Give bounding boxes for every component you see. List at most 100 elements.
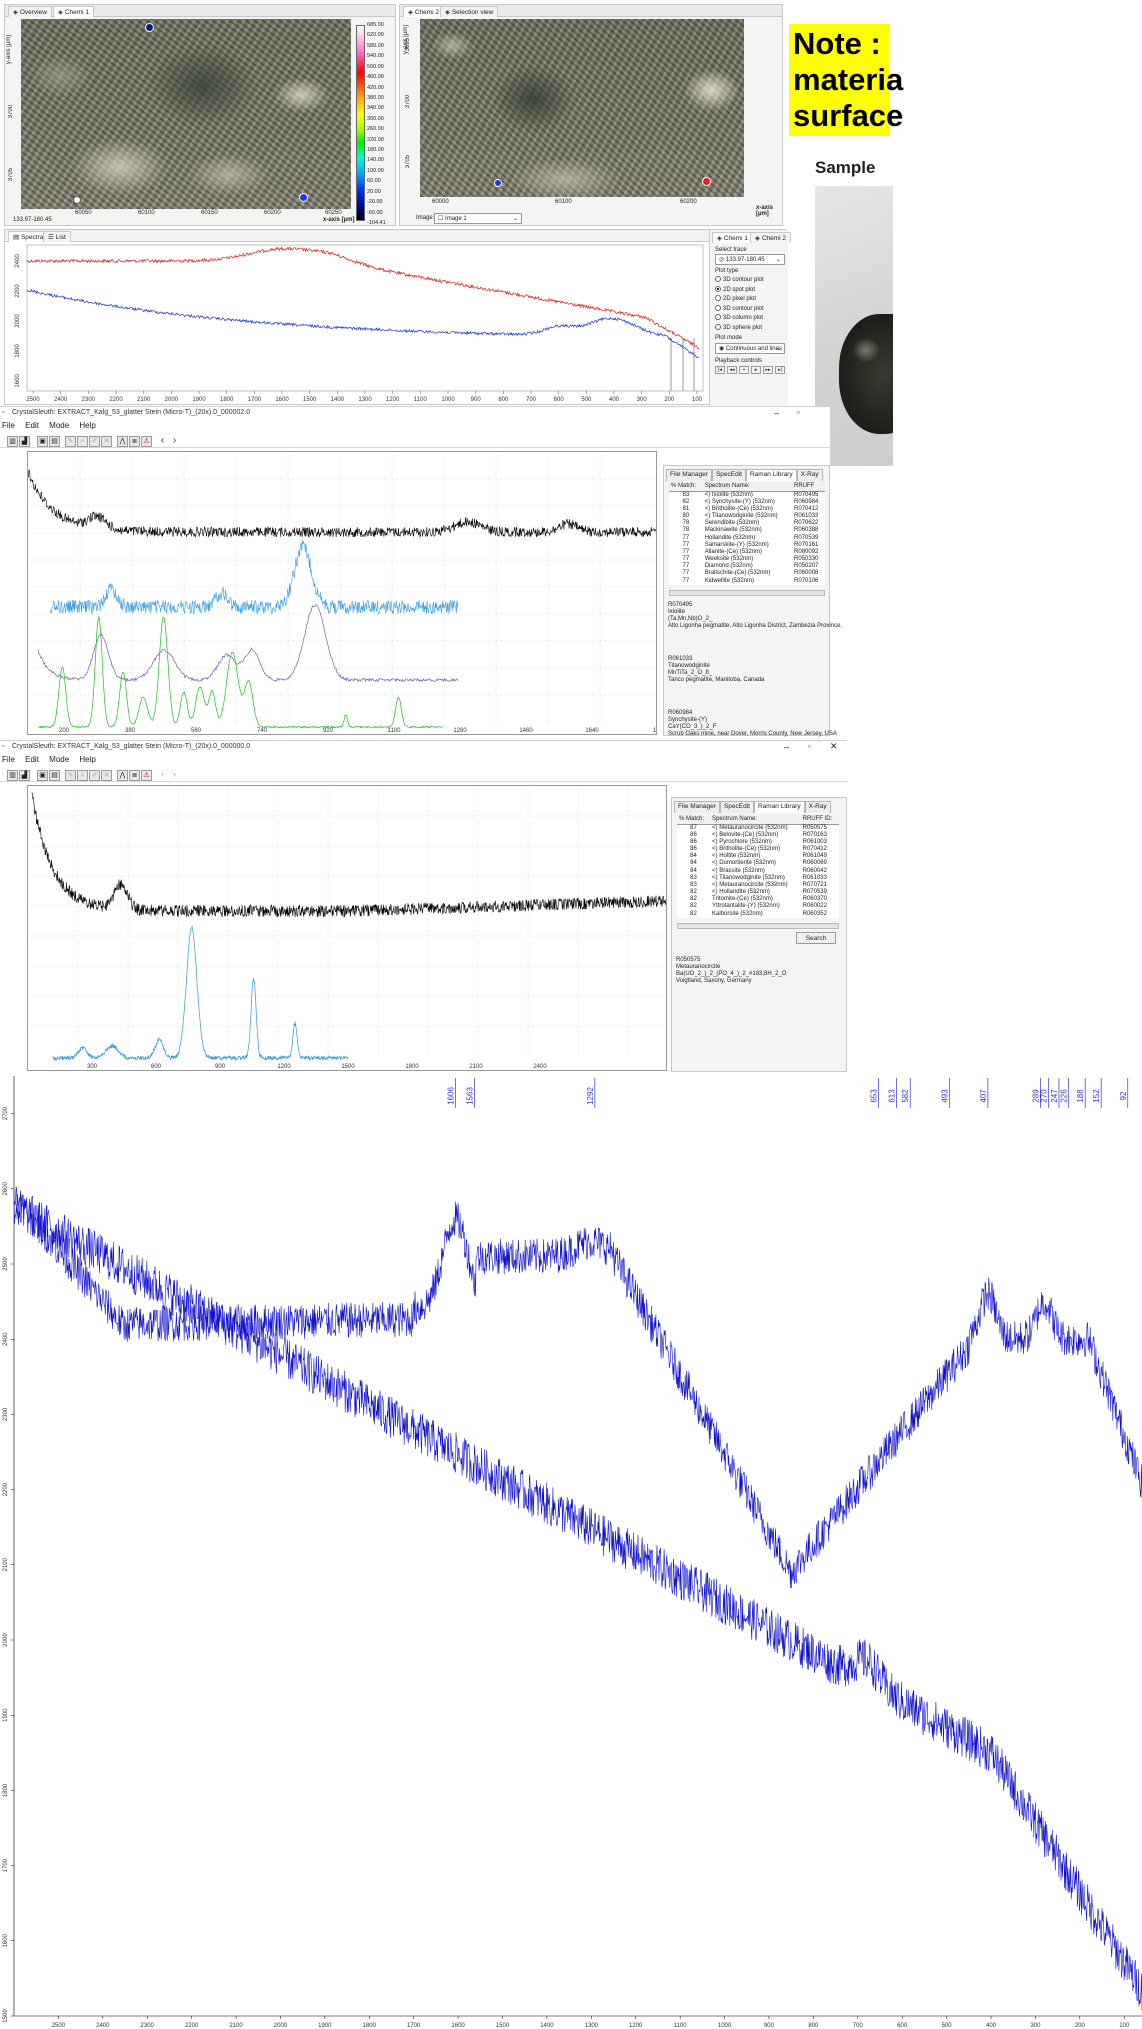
tab-chemi-2[interactable]: ◈ Chemi 2 xyxy=(403,6,445,17)
radio-button[interactable] xyxy=(715,314,721,320)
table-row[interactable]: 82 Tritomite-(Ce) (532nm) R060370 xyxy=(677,896,839,903)
table-row[interactable]: 82 <) Synchysite-(Y) (532nm) R060984 xyxy=(669,499,825,506)
tab-raman-library[interactable]: Raman Library xyxy=(753,801,805,813)
table-row[interactable]: 82 Yttrotantalite-(Y) (532nm) R060022 xyxy=(677,903,839,910)
edit-icon[interactable]: ✎ xyxy=(65,770,76,781)
table-row[interactable]: 86 <) Belovite-(Ce) (532nm) R070163 xyxy=(677,832,839,839)
column-header[interactable]: Spectrum Name: xyxy=(710,815,801,825)
radio-button[interactable] xyxy=(715,323,721,330)
horizontal-scrollbar[interactable] xyxy=(677,923,839,929)
minimize-button[interactable]: – xyxy=(774,408,779,418)
playback-play-button[interactable]: ▸ xyxy=(751,366,761,374)
plot-type-option[interactable]: 2D spot plot xyxy=(715,285,755,293)
tab-specedit[interactable]: SpecEdit xyxy=(719,801,754,813)
tab-selection-view[interactable]: ◈ Selection view xyxy=(440,6,499,17)
plot-type-option[interactable]: 3D sphere plot xyxy=(715,323,762,331)
tab-chemi-2-ctrl[interactable]: ◈ Chemi 2 xyxy=(750,232,792,243)
stack-icon[interactable]: ≣ xyxy=(129,436,140,447)
minimize-button[interactable]: – xyxy=(784,742,789,752)
previous-icon[interactable]: ‹ xyxy=(157,436,168,447)
close-icon[interactable]: ✕ xyxy=(830,741,838,752)
table-row[interactable]: 80 <) Titanowodginite (532nm) R061033 xyxy=(669,513,825,520)
chart-peaks-icon[interactable]: ▟ xyxy=(19,770,30,781)
peak-icon[interactable]: ⋀ xyxy=(117,436,128,447)
table-row[interactable]: 78 Mackinawite (532nm) R060388 xyxy=(669,527,825,534)
plot-type-option[interactable]: 2D pixel plot xyxy=(715,295,756,302)
tab-file-manager[interactable]: File Manager xyxy=(666,469,712,481)
save-icon[interactable]: ▣ xyxy=(37,770,48,781)
plot-type-option[interactable]: 3D contour plot xyxy=(715,304,764,312)
bottom-spectrum-chart[interactable]: 2500 2400 2300 2200 2100 2000 1900 1800 1700 1600… xyxy=(0,1076,1142,2029)
spectrum-plot-2[interactable]: 300 600 900 1200 1500 1800 2100 2400 xyxy=(28,786,666,1070)
column-header[interactable]: % Match: xyxy=(677,815,711,825)
microscope-image-right[interactable] xyxy=(420,19,744,197)
table-row[interactable]: 83 <) Metauranocircite (532nm) R070721 xyxy=(677,882,839,889)
tab-raman-library[interactable]: Raman Library xyxy=(745,469,797,481)
tab-list[interactable]: ☰ List xyxy=(43,231,71,242)
search-button[interactable]: Search xyxy=(796,932,836,944)
tab-file-manager[interactable]: File Manager xyxy=(674,801,720,813)
radio-button[interactable] xyxy=(715,304,721,311)
table-row[interactable]: 78 Serendibite (532nm) R070622 xyxy=(669,520,825,527)
alert-icon[interactable]: ⚠ xyxy=(141,770,152,781)
chart-icon[interactable]: ▥ xyxy=(7,770,18,781)
peak-icon[interactable]: ⋀ xyxy=(117,770,128,781)
chart-peaks-icon[interactable]: ▟ xyxy=(19,436,30,447)
table-row[interactable]: 82 <) Hollandite (532nm) R070539 xyxy=(677,889,839,896)
spectrum-plot-1[interactable]: 200 380 560 740 920 1100 1280 1460 1640 182 xyxy=(28,452,656,734)
microscope-image-left[interactable] xyxy=(21,19,351,209)
image-select[interactable]: ☐ Image 1 ⌄ xyxy=(434,213,522,224)
menu-mode[interactable]: Mode xyxy=(49,755,69,764)
menu-help[interactable]: Help xyxy=(79,421,95,430)
table-row[interactable]: 84 <) Brassite (532nm) R060042 xyxy=(677,867,839,874)
match-table-2[interactable]: % Match: Spectrum Name: RRUFF ID: 87 <) Meta… xyxy=(677,815,839,918)
marker-blue[interactable] xyxy=(494,179,502,187)
menu-edit[interactable]: Edit xyxy=(25,421,39,430)
select-trace-dropdown[interactable]: ◎ 133.97-180.45 ⌄ xyxy=(715,254,785,265)
cross-icon[interactable]: ✕ xyxy=(101,770,112,781)
column-header[interactable]: RRUFF ID: xyxy=(800,815,839,825)
marker-white[interactable] xyxy=(73,196,81,204)
radio-button[interactable] xyxy=(715,295,721,301)
tab-x-ray[interactable]: X-Ray xyxy=(804,801,831,813)
table-row[interactable]: 77 Samarskite-(Y) (532nm) R070161 xyxy=(669,542,825,549)
column-header[interactable]: Spectrum Name: xyxy=(702,482,793,492)
tab-overview[interactable]: ◈ Overview xyxy=(8,6,52,17)
table-row[interactable]: 86 <) Britholite-(Ce) (532nm) R070412 xyxy=(677,846,839,853)
pencil-icon[interactable]: ✐ xyxy=(89,770,100,781)
column-header[interactable]: % Match: xyxy=(669,482,703,492)
tab-specedit[interactable]: SpecEdit xyxy=(711,469,746,481)
marker-red[interactable] xyxy=(702,177,711,186)
plot-mode-dropdown[interactable]: ◉ Continuous and lines ⌄ xyxy=(715,343,785,354)
table-row[interactable]: 82 Kalborsite (532nm) R060352 xyxy=(677,911,839,918)
table-row[interactable]: 77 Braitschite-(Ce) (532nm) R060008 xyxy=(669,570,825,577)
maximize-button[interactable]: ▫ xyxy=(808,742,811,751)
tab-chemi-1[interactable]: ◈ Chemi 1 xyxy=(53,6,95,17)
next-icon[interactable]: › xyxy=(169,436,180,447)
table-row[interactable]: 81 <) Britholite-(Ce) (532nm) R070412 xyxy=(669,506,825,513)
alert-icon[interactable]: ⚠ xyxy=(141,436,152,447)
marker-navy[interactable] xyxy=(145,23,154,32)
table-row[interactable]: 77 Kidwellite (532nm) R070106 xyxy=(669,578,825,585)
table-row[interactable]: 87 <) Metauranocircite (532nm) R050575 xyxy=(677,824,839,832)
zoom-icon[interactable]: ⌕ xyxy=(77,436,88,447)
horizontal-scrollbar[interactable] xyxy=(669,590,825,596)
menu-edit[interactable]: Edit xyxy=(25,755,39,764)
playback-prev-button[interactable]: ◂◂ xyxy=(727,366,737,374)
edit-icon[interactable]: ✎ xyxy=(65,436,76,447)
table-row[interactable]: 77 Hollandite (532nm) R070539 xyxy=(669,534,825,541)
chart-icon[interactable]: ▥ xyxy=(7,436,18,447)
table-row[interactable]: 77 Diamond (532nm) R050207 xyxy=(669,563,825,570)
table-row[interactable]: 83 <) Ixiolite (532nm) R070495 xyxy=(669,491,825,499)
match-table-1[interactable]: % Match: Spectrum Name: RRUFF 83 <) Ixiolite… xyxy=(669,482,825,585)
print-icon[interactable]: ▤ xyxy=(49,770,60,781)
menu-file[interactable]: File xyxy=(2,755,15,764)
previous-icon[interactable]: ‹ xyxy=(157,770,168,781)
table-row[interactable]: 84 <) Holtite (532nm) R061049 xyxy=(677,853,839,860)
table-row[interactable]: 77 Allanite-(Ce) (532nm) R080092 xyxy=(669,549,825,556)
tab-x-ray[interactable]: X-Ray xyxy=(796,469,823,481)
playback-first-button[interactable]: |◂ xyxy=(715,366,725,374)
marker-blue[interactable] xyxy=(299,193,308,202)
maximize-button[interactable]: ▫ xyxy=(797,408,800,417)
playback-last-button[interactable]: ▸| xyxy=(775,366,785,374)
